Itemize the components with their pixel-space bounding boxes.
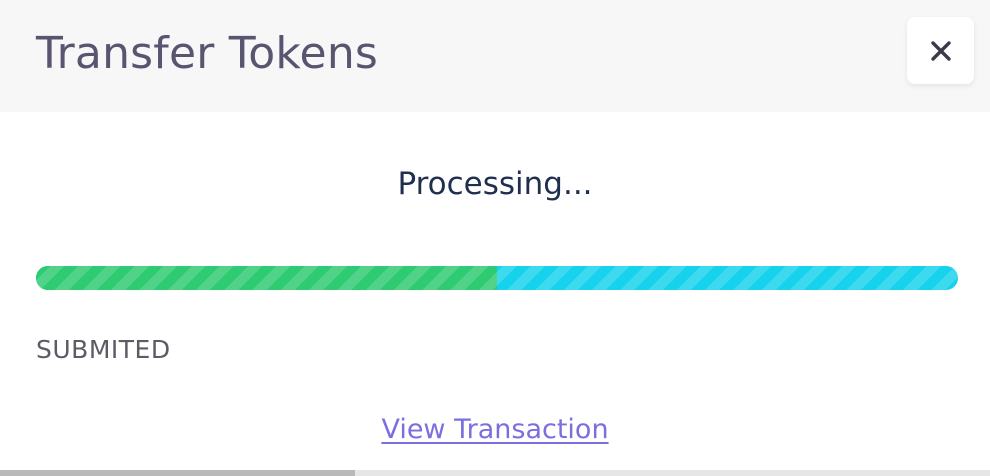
dialog-title: Transfer Tokens [36, 28, 379, 79]
processing-heading: Processing... [397, 166, 593, 202]
progress-bar-fill [36, 266, 497, 290]
dialog-bottom-edge-shadow [0, 470, 355, 476]
dialog-header: Transfer Tokens [0, 0, 990, 112]
status-label: SUBMITED [36, 335, 171, 364]
transfer-tokens-dialog: Transfer Tokens Processing... SUBMITED V… [0, 0, 990, 476]
close-button[interactable] [907, 17, 974, 84]
close-icon [930, 40, 952, 62]
progress-bar [36, 266, 958, 290]
view-transaction-link[interactable]: View Transaction [0, 410, 990, 450]
